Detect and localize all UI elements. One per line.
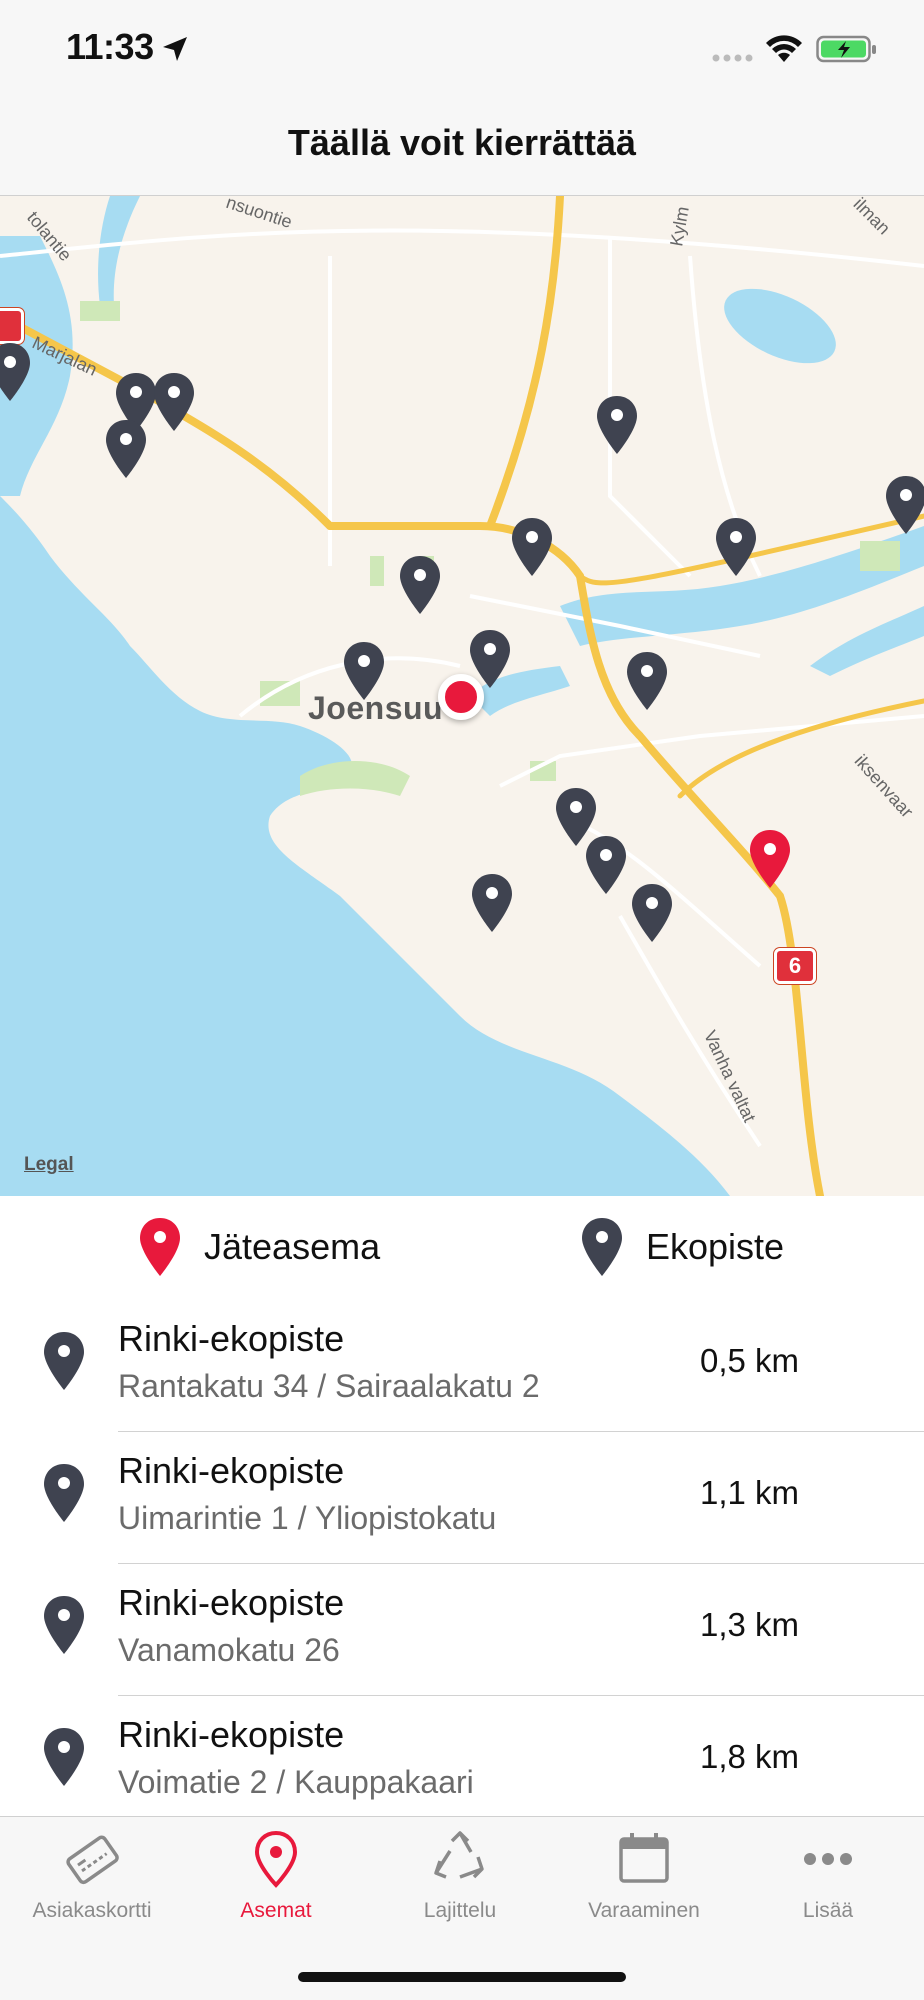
battery-icon xyxy=(816,35,876,63)
jateasema-pin-icon xyxy=(140,1218,180,1276)
station-name: Rinki-ekopiste xyxy=(118,1582,345,1623)
tab-label: Lisää xyxy=(802,1899,854,1922)
ekopiste-pin-icon[interactable] xyxy=(625,650,669,712)
station-address: Voimatie 2 / Kauppakaari xyxy=(118,1764,474,1800)
ekopiste-pin-icon[interactable] xyxy=(510,516,554,578)
recycle-icon xyxy=(434,1831,484,1879)
tab-lajittelu[interactable]: Lajittelu xyxy=(368,1829,552,1949)
tab-label: Asiakaskortti xyxy=(32,1899,152,1922)
ekopiste-pin-icon[interactable] xyxy=(152,371,196,433)
ekopiste-pin-icon[interactable] xyxy=(584,834,628,896)
jateasema-pin-icon[interactable] xyxy=(748,828,792,890)
more-icon xyxy=(804,1853,852,1865)
card-icon xyxy=(66,1835,119,1885)
station-name: Rinki-ekopiste xyxy=(118,1714,345,1755)
ekopiste-pin-icon xyxy=(44,1596,84,1654)
station-distance: 1,1 km xyxy=(700,1474,800,1511)
location-pin-icon xyxy=(254,1830,298,1888)
status-time: 11:33 xyxy=(66,26,154,67)
tab-label: Varaaminen xyxy=(588,1899,700,1922)
legend-ekopiste-label: Ekopiste xyxy=(646,1226,785,1267)
station-address: Uimarintie 1 / Yliopistokatu xyxy=(118,1500,497,1536)
station-name: Rinki-ekopiste xyxy=(118,1318,345,1359)
map-legend: Jäteasema Ekopiste xyxy=(0,1196,924,1300)
legend-jateasema-label: Jäteasema xyxy=(204,1226,381,1267)
station-list: Rinki-ekopiste Rantakatu 34 / Sairaalaka… xyxy=(0,1300,924,1816)
ekopiste-pin-icon xyxy=(44,1332,84,1390)
ekopiste-pin-icon[interactable] xyxy=(714,516,758,578)
ekopiste-pin-icon[interactable] xyxy=(884,474,924,536)
ekopiste-pin-icon xyxy=(44,1464,84,1522)
tab-label: Asemat xyxy=(240,1899,312,1922)
home-indicator[interactable] xyxy=(298,1972,626,1982)
station-name: Rinki-ekopiste xyxy=(118,1450,345,1491)
station-row[interactable]: Rinki-ekopiste Uimarintie 1 / Yliopistok… xyxy=(0,1432,924,1564)
ekopiste-pin-icon[interactable] xyxy=(398,554,442,616)
user-location-dot xyxy=(438,674,484,720)
tab-label: Lajittelu xyxy=(423,1899,497,1922)
station-distance: 1,3 km xyxy=(700,1606,800,1643)
legend-ekopiste: Ekopiste xyxy=(580,1216,784,1278)
tab-asiakaskortti[interactable]: Asiakaskortti xyxy=(0,1829,184,1949)
calendar-icon xyxy=(619,1833,669,1883)
station-row[interactable]: Rinki-ekopiste Rantakatu 34 / Sairaalaka… xyxy=(0,1300,924,1432)
station-address: Rantakatu 34 / Sairaalakatu 2 xyxy=(118,1368,540,1404)
ekopiste-pin-icon xyxy=(44,1728,84,1786)
navigation-bar: Täällä voit kierrättää xyxy=(0,100,924,196)
wifi-icon xyxy=(766,35,802,62)
page-title: Täällä voit kierrättää xyxy=(287,122,637,163)
location-arrow-icon xyxy=(163,37,187,61)
station-row[interactable]: Rinki-ekopiste Voimatie 2 / Kauppakaari … xyxy=(0,1696,924,1816)
legend-jateasema: Jäteasema xyxy=(138,1216,380,1278)
status-bar: 11:33 xyxy=(0,0,924,100)
ekopiste-pin-icon[interactable] xyxy=(104,418,148,480)
highway-shield-partial xyxy=(0,308,24,344)
ekopiste-pin-icon[interactable] xyxy=(595,394,639,456)
station-distance: 1,8 km xyxy=(700,1738,800,1775)
station-address: Vanamokatu 26 xyxy=(118,1632,340,1668)
cellular-signal-icon xyxy=(712,54,753,62)
ekopiste-pin-icon[interactable] xyxy=(342,640,386,702)
ekopiste-pin-icon[interactable] xyxy=(0,341,32,403)
tab-lisaa[interactable]: Lisää xyxy=(736,1829,920,1949)
legal-link[interactable]: Legal xyxy=(24,1154,74,1176)
ekopiste-pin-icon xyxy=(582,1218,622,1276)
map-view[interactable]: tolantie Marjalan nsuontie Kylm ilman ik… xyxy=(0,196,924,1196)
highway-shield: 6 xyxy=(774,948,816,984)
station-row[interactable]: Rinki-ekopiste Vanamokatu 26 1,3 km xyxy=(0,1564,924,1696)
tab-asemat[interactable]: Asemat xyxy=(184,1829,368,1949)
tab-varaaminen[interactable]: Varaaminen xyxy=(552,1829,736,1949)
ekopiste-pin-icon[interactable] xyxy=(630,882,674,944)
station-distance: 0,5 km xyxy=(700,1342,800,1379)
ekopiste-pin-icon[interactable] xyxy=(470,872,514,934)
